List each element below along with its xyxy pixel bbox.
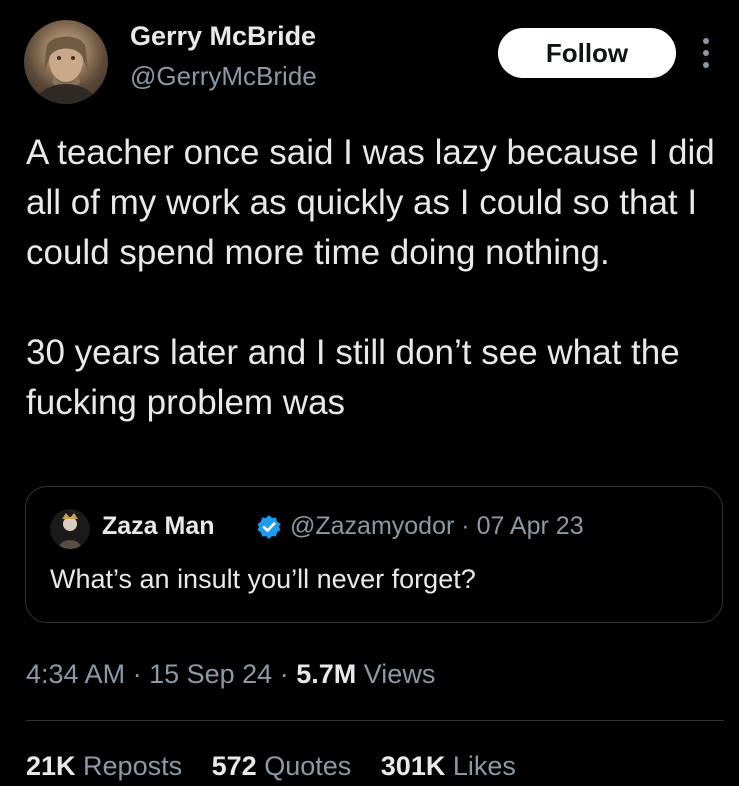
meta-separator: · (461, 512, 470, 540)
meta-separator: · (132, 659, 142, 689)
quote-text: What’s an insult you’ll never forget? (50, 564, 476, 594)
divider (26, 720, 724, 721)
quote-date[interactable]: 07 Apr 23 (477, 512, 584, 540)
tweet-paragraph: A teacher once said I was lazy because I… (26, 133, 715, 272)
meta-separator: · (279, 659, 289, 689)
likes-count: 301K (380, 751, 446, 781)
quotes-stat[interactable]: 572 Quotes (212, 751, 352, 782)
profile-photo-icon (34, 36, 98, 104)
quotes-label: Quotes (264, 751, 352, 781)
quote-author-name[interactable]: Zaza Man (102, 512, 215, 541)
more-options-button[interactable] (700, 36, 712, 70)
verified-icon (257, 515, 281, 539)
views-label[interactable]: Views (364, 659, 436, 689)
tweet-paragraph: 30 years later and I still don’t see wha… (26, 333, 680, 422)
author-name[interactable]: Gerry McBride (130, 21, 316, 52)
views-count[interactable]: 5.7M (296, 659, 356, 689)
quote-handle[interactable]: @Zazamyodor (290, 512, 454, 540)
reposts-count: 21K (26, 751, 76, 781)
follow-button[interactable]: Follow (498, 28, 676, 78)
quotes-count: 572 (211, 751, 257, 781)
tweet-timestamp-row: 4:34 AM · 15 Sep 24 · 5.7M Views (26, 659, 435, 690)
tweet-date[interactable]: 15 Sep 24 (149, 659, 272, 689)
likes-label: Likes (452, 751, 516, 781)
quote-profile-icon (50, 509, 90, 549)
more-vertical-icon (703, 38, 709, 68)
engagement-stats: 21K Reposts 572 Quotes 301K Likes (26, 751, 538, 782)
tweet-time[interactable]: 4:34 AM (26, 659, 125, 689)
author-avatar[interactable] (24, 20, 108, 104)
likes-stat[interactable]: 301K Likes (381, 751, 516, 782)
reposts-stat[interactable]: 21K Reposts (26, 751, 182, 782)
quote-avatar[interactable] (50, 509, 90, 549)
reposts-label: Reposts (83, 751, 183, 781)
tweet-text: A teacher once said I was lazy because I… (26, 128, 726, 428)
quote-meta: @Zazamyodor · 07 Apr 23 (290, 512, 584, 541)
author-handle[interactable]: @GerryMcBride (130, 61, 317, 92)
verified-badge (256, 514, 282, 540)
quote-tweet-card[interactable]: Zaza Man @Zazamyodor · 07 Apr 23 What’s … (25, 486, 723, 623)
